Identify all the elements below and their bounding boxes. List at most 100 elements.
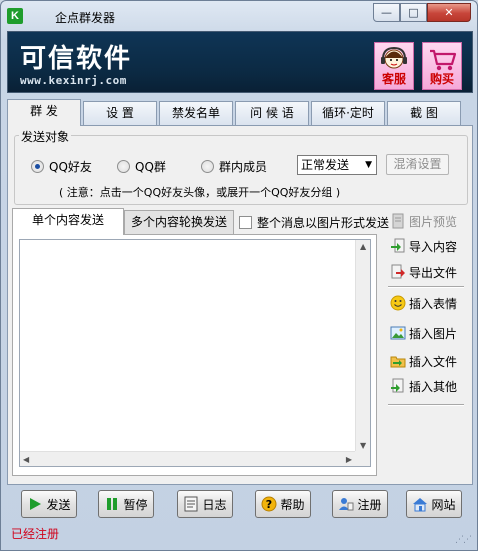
insert-other-icon — [391, 378, 404, 393]
minimize-icon: — — [381, 6, 392, 19]
brand-name: 可信软件 — [20, 44, 133, 74]
tab-greetings[interactable]: 问 候 语 — [235, 101, 309, 126]
window-controls: — □ ✕ — [373, 3, 471, 23]
import-content-label: 导入内容 — [409, 239, 458, 254]
pause-label: 暂停 — [123, 497, 148, 512]
send-mode-value: 正常发送 — [301, 158, 350, 172]
radio-indicator[interactable] — [31, 160, 44, 173]
vertical-scrollbar[interactable]: ▲ ▼ — [355, 240, 370, 452]
log-button[interactable]: 日志 — [177, 490, 233, 518]
send-label: 发送 — [46, 497, 71, 512]
buy-label: 购买 — [429, 72, 454, 86]
customer-service-button[interactable]: 客服 — [374, 42, 414, 90]
tab-blocklist[interactable]: 禁发名单 — [159, 101, 233, 126]
import-content-button[interactable]: 导入内容 — [390, 236, 457, 256]
insert-file-label: 插入文件 — [409, 354, 458, 369]
content-editor-frame: ▲ ▼ ◀ ▶ — [12, 234, 377, 476]
help-label: 帮助 — [280, 497, 305, 512]
export-file-button[interactable]: 导出文件 — [390, 262, 457, 282]
buy-button[interactable]: 购买 — [422, 42, 462, 90]
import-icon — [391, 238, 405, 253]
insert-other-button[interactable]: 插入其他 — [390, 376, 457, 396]
scroll-down-icon[interactable]: ▼ — [360, 441, 366, 450]
brand-banner: 可信软件 www.kexinrj.com 客服 购买 — [7, 31, 473, 93]
image-preview-button[interactable]: 图片预览 — [390, 211, 457, 231]
radio-group-members[interactable]: 群内成员 — [201, 158, 267, 175]
app-icon: K — [7, 8, 23, 24]
export-icon — [391, 264, 405, 279]
minimize-button[interactable]: — — [373, 3, 400, 22]
register-button[interactable]: 注册 — [332, 490, 388, 518]
mix-settings-button[interactable]: 混淆设置 — [386, 154, 449, 175]
radio-indicator[interactable] — [117, 160, 130, 173]
title-bar[interactable]: K 企点群发器 — □ ✕ — [1, 1, 477, 31]
headset-icon — [381, 46, 407, 69]
notice-text: ( 注意：点击一个QQ好友头像，或展开一个QQ好友分组 ) — [59, 186, 341, 199]
radio-indicator[interactable] — [201, 160, 214, 173]
radio-label: QQ群 — [135, 160, 166, 174]
help-icon: ? — [261, 496, 277, 512]
chevron-down-icon: ▼ — [365, 160, 372, 170]
scroll-left-icon[interactable]: ◀ — [23, 455, 29, 464]
close-button[interactable]: ✕ — [427, 3, 471, 22]
home-icon — [413, 498, 428, 512]
insert-emoji-button[interactable]: 插入表情 — [390, 293, 457, 313]
maximize-icon: □ — [408, 6, 419, 19]
tab-settings[interactable]: 设 置 — [83, 101, 157, 126]
image-mode-checkbox[interactable]: 整个消息以图片形式发送 — [239, 214, 389, 231]
window-title: 企点群发器 — [55, 11, 116, 25]
status-text: 已经注册 — [11, 527, 60, 541]
folder-icon — [390, 356, 406, 368]
smiley-icon — [390, 295, 406, 311]
svg-text:?: ? — [266, 498, 272, 511]
register-icon — [339, 498, 354, 511]
export-file-label: 导出文件 — [409, 265, 458, 280]
tab-loop-schedule[interactable]: 循环·定时 — [311, 101, 385, 126]
insert-image-label: 插入图片 — [409, 326, 458, 341]
insert-other-label: 插入其他 — [409, 379, 458, 394]
tab-multi-content[interactable]: 多个内容轮换发送 — [124, 210, 234, 234]
document-icon — [392, 213, 404, 229]
horizontal-scrollbar[interactable]: ◀ ▶ — [20, 451, 355, 466]
pause-button[interactable]: 暂停 — [98, 490, 154, 518]
insert-file-button[interactable]: 插入文件 — [390, 351, 457, 371]
insert-image-button[interactable]: 插入图片 — [390, 323, 457, 343]
tab-mass-send[interactable]: 群 发 — [7, 99, 81, 126]
scroll-right-icon[interactable]: ▶ — [346, 455, 352, 464]
close-icon: ✕ — [444, 6, 454, 19]
shopping-cart-icon — [430, 49, 457, 71]
send-button[interactable]: 发送 — [21, 490, 77, 518]
image-preview-label: 图片预览 — [409, 214, 458, 229]
side-separator — [388, 404, 464, 406]
tab-single-content[interactable]: 单个内容发送 — [12, 208, 124, 235]
brand-url: www.kexinrj.com — [20, 74, 127, 87]
log-label: 日志 — [202, 497, 227, 512]
status-bar: 已经注册 ⋰⋰ — [1, 523, 477, 550]
log-icon — [184, 496, 198, 512]
radio-qq-friends[interactable]: QQ好友 — [31, 158, 92, 175]
image-mode-label: 整个消息以图片形式发送 — [257, 216, 390, 230]
scroll-corner — [355, 451, 370, 466]
scroll-up-icon[interactable]: ▲ — [360, 242, 366, 251]
main-window: K 企点群发器 — □ ✕ 可信软件 www.kexinrj.com 客服 购买… — [0, 0, 478, 551]
register-label: 注册 — [357, 497, 382, 512]
maximize-button[interactable]: □ — [400, 3, 427, 22]
send-target-group: 发送对象 QQ好友 QQ群 群内成员 正常发送 ▼ 混淆设置 ( 注意：点击一个… — [14, 128, 468, 205]
picture-icon — [390, 326, 406, 340]
help-button[interactable]: ? 帮助 — [255, 490, 311, 518]
tab-screenshot[interactable]: 截 图 — [387, 101, 461, 126]
website-label: 网站 — [431, 497, 456, 512]
insert-emoji-label: 插入表情 — [409, 296, 458, 311]
website-button[interactable]: 网站 — [406, 490, 462, 518]
send-target-legend: 发送对象 — [19, 128, 72, 145]
side-separator — [388, 286, 464, 288]
message-editor[interactable]: ▲ ▼ ◀ ▶ — [19, 239, 371, 467]
checkbox-box[interactable] — [239, 216, 252, 229]
radio-label: QQ好友 — [49, 160, 92, 174]
mass-send-panel: 发送对象 QQ好友 QQ群 群内成员 正常发送 ▼ 混淆设置 ( 注意：点击一个… — [7, 125, 473, 485]
customer-service-label: 客服 — [381, 72, 406, 86]
send-mode-select[interactable]: 正常发送 ▼ — [297, 155, 377, 175]
radio-qq-groups[interactable]: QQ群 — [117, 158, 166, 175]
resize-grip-icon[interactable]: ⋰⋰ — [455, 535, 472, 545]
pause-icon — [107, 498, 118, 510]
